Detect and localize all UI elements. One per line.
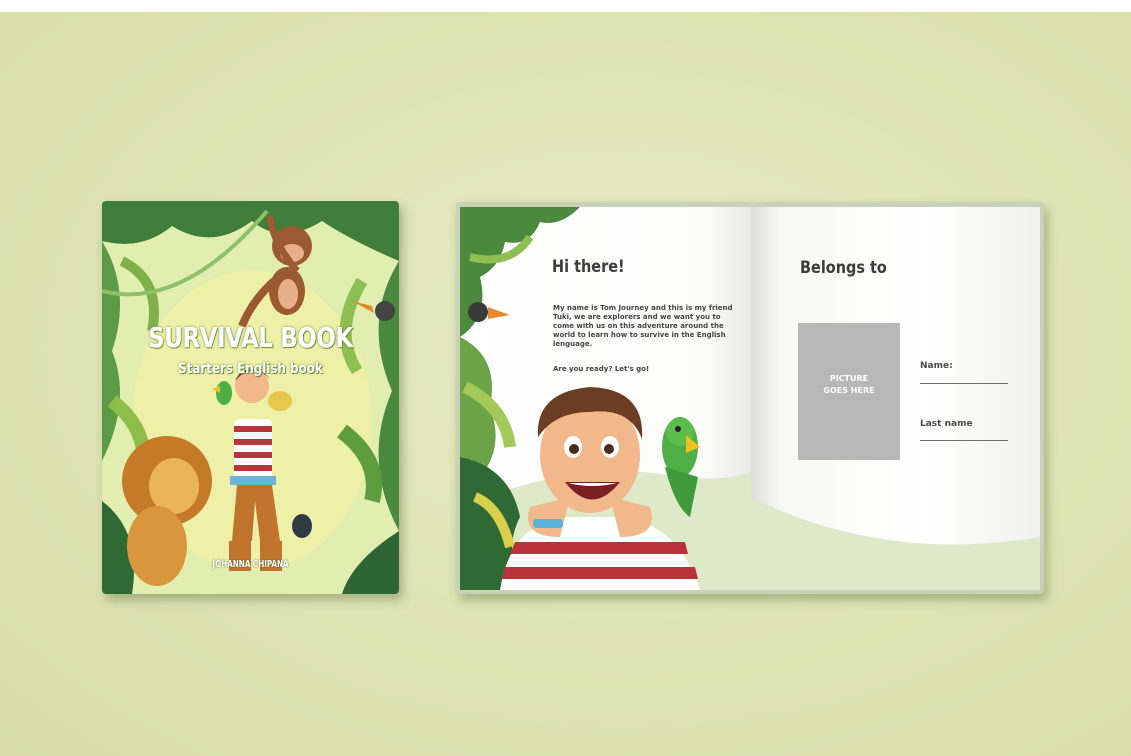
last-name-field-label: Last name [920, 419, 973, 429]
right-page: Belongs to PICTURE GOES HERE Name: Last … [751, 207, 1040, 590]
book-cover: SURVIVAL BOOK Starters English book JOHA… [102, 201, 399, 594]
picture-placeholder-text: PICTURE GOES HERE [823, 374, 875, 395]
page-heading-hi-there: Hi there! [552, 257, 625, 277]
cover-author: JOHANNA CHIPANA [212, 559, 289, 570]
name-field-line [920, 383, 1008, 384]
intro-paragraph: My name is Tom Journey and this is my fr… [553, 304, 733, 348]
cover-subtitle: Starters English book [178, 361, 323, 377]
page-heading-belongs-to: Belongs to [800, 258, 887, 278]
intro-call-to-action: Are you ready? Let's go! [553, 365, 650, 373]
picture-placeholder: PICTURE GOES HERE [798, 323, 900, 460]
left-page: Hi there! My name is Tom Journey and thi… [460, 207, 751, 590]
name-field-label: Name: [920, 361, 953, 371]
cover-title: SURVIVAL BOOK [148, 321, 353, 354]
last-name-field-line [920, 440, 1008, 441]
cover-illustration [102, 201, 399, 594]
